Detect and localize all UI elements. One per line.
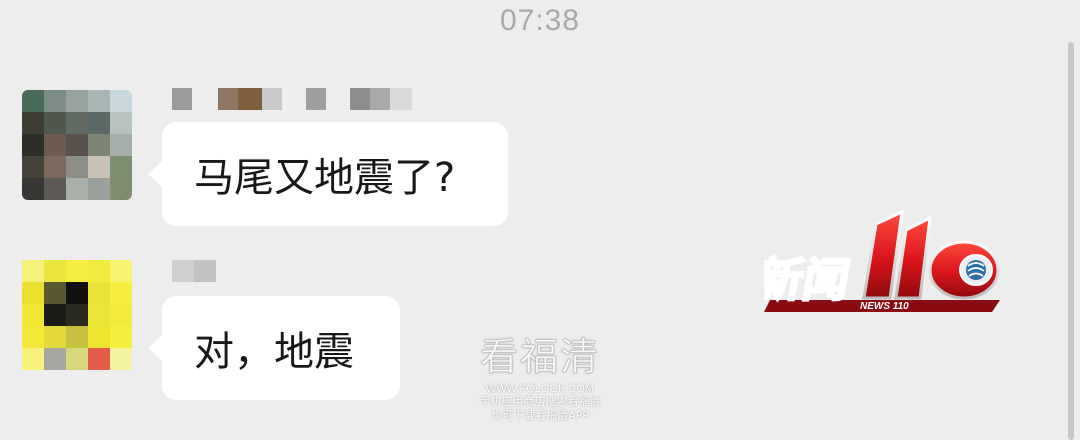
- scrollbar[interactable]: [1068, 42, 1074, 440]
- sender-name: [172, 260, 216, 282]
- watermark: 看福清 WWW.FQLOOK.COM 手机应用商店搜索看福清 均可下载看福清AP…: [440, 326, 640, 423]
- watermark-title: 看福清: [479, 335, 600, 380]
- avatar[interactable]: [22, 260, 132, 370]
- watermark-line-1: 手机应用商店搜索看福清: [479, 395, 601, 408]
- message-bubble[interactable]: 马尾又地震了?: [148, 122, 508, 226]
- message-row: 对，地震: [0, 260, 760, 400]
- avatar[interactable]: [22, 90, 132, 200]
- message-text: 对，地震: [194, 329, 354, 375]
- message-text: 马尾又地震了?: [194, 155, 456, 201]
- news110-logo: 新闻 NEWS 110: [751, 208, 1014, 318]
- message-row: 马尾又地震了?: [0, 88, 760, 228]
- logo-subtitle: NEWS 110: [860, 301, 909, 312]
- watermark-line-2: 均可下载看福清APP: [491, 409, 589, 422]
- watermark-url: WWW.FQLOOK.COM: [485, 383, 595, 395]
- svg-text:新闻: 新闻: [764, 253, 854, 307]
- timestamp: 07:38: [499, 4, 581, 37]
- message-bubble[interactable]: 对，地震: [148, 296, 400, 400]
- sender-name: [172, 88, 412, 110]
